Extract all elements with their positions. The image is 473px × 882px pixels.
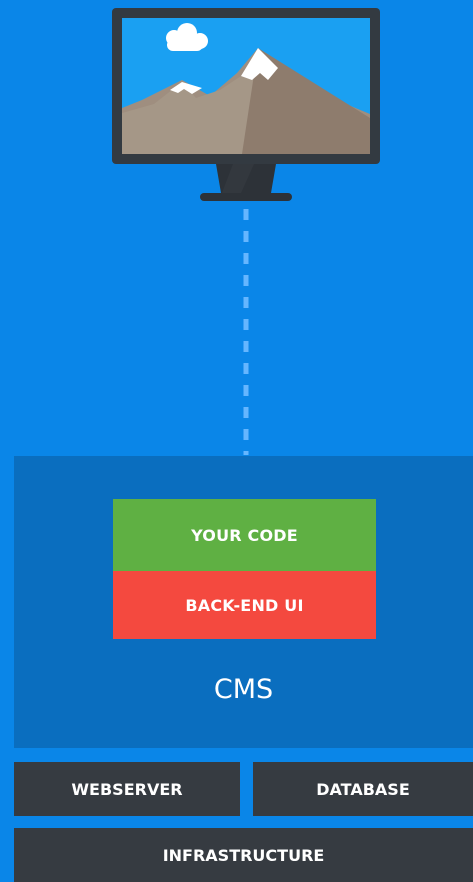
database-block: DATABASE: [253, 762, 473, 816]
architecture-diagram: { "diagram": { "monitor": { "icon": "mon…: [0, 0, 473, 882]
cms-label: CMS: [213, 674, 274, 705]
your-code-layer: YOUR CODE: [113, 499, 376, 571]
webserver-block: WEBSERVER: [14, 762, 240, 816]
backend-ui-layer: BACK-END UI: [113, 571, 376, 639]
infrastructure-block: INFRASTRUCTURE: [14, 828, 473, 882]
monitor-icon: [112, 8, 380, 204]
connector-line: [243, 209, 249, 455]
